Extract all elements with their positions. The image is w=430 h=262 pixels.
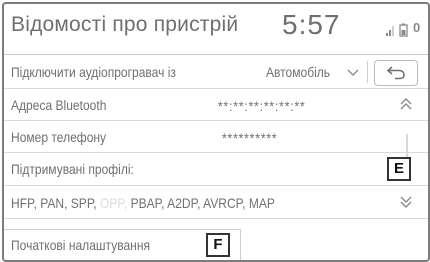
double-chevron-up-icon[interactable]: [399, 95, 413, 113]
bluetooth-address-row: Адреса Bluetooth **:**:**:**:**:**: [4, 90, 428, 121]
bluetooth-address-value: **:**:**:**:**:**: [218, 98, 306, 114]
connect-audio-row: Підключити аудіопрогравач із Автомобіль: [4, 56, 428, 89]
bluetooth-connected-icon: 0: [413, 20, 421, 35]
profiles-list-before: HFP, PAN, SPP,: [11, 195, 101, 211]
phone-number-row: Номер телефону **********: [4, 122, 428, 153]
chevron-down-icon[interactable]: [347, 69, 359, 77]
callout-badge-e: E: [387, 157, 411, 181]
connect-audio-select[interactable]: Автомобіль: [266, 64, 330, 80]
bluetooth-address-label: Адреса Bluetooth: [11, 97, 107, 113]
profiles-list-after: PBAP, A2DP, AVRCP, MAP: [130, 195, 275, 211]
status-icons: 0: [386, 20, 422, 39]
back-button[interactable]: [374, 60, 418, 86]
initial-settings-button[interactable]: Початкові налаштування F: [4, 229, 241, 260]
profiles-list-row: HFP, PAN, SPP, OPP, PBAP, A2DP, AVRCP, M…: [4, 187, 428, 219]
callout-badge-f: F: [206, 233, 230, 257]
profiles-list: HFP, PAN, SPP, OPP, PBAP, A2DP, AVRCP, M…: [11, 195, 275, 211]
phone-number-label: Номер телефону: [11, 129, 107, 145]
supported-profiles-row: Підтримувані профілі: E: [4, 154, 428, 186]
header: Відомості про пристрій 5:57 0: [4, 4, 428, 55]
connect-audio-label: Підключити аудіопрогравач із: [11, 64, 176, 80]
phone-number-value: **********: [222, 130, 278, 146]
battery-icon: [399, 23, 408, 37]
double-chevron-down-icon[interactable]: [399, 193, 413, 211]
signal-icon: [386, 26, 394, 36]
supported-profiles-label: Підтримувані профілі:: [11, 161, 134, 177]
device-info-screen: Відомості про пристрій 5:57 0 Підключити…: [2, 2, 430, 262]
back-arrow-icon: [386, 66, 405, 80]
clock: 5:57: [282, 9, 341, 40]
divider: [367, 61, 368, 83]
page-title: Відомості про пристрій: [11, 13, 239, 36]
initial-settings-label: Початкові налаштування: [11, 237, 150, 253]
profiles-list-faded: OPP,: [100, 195, 131, 211]
